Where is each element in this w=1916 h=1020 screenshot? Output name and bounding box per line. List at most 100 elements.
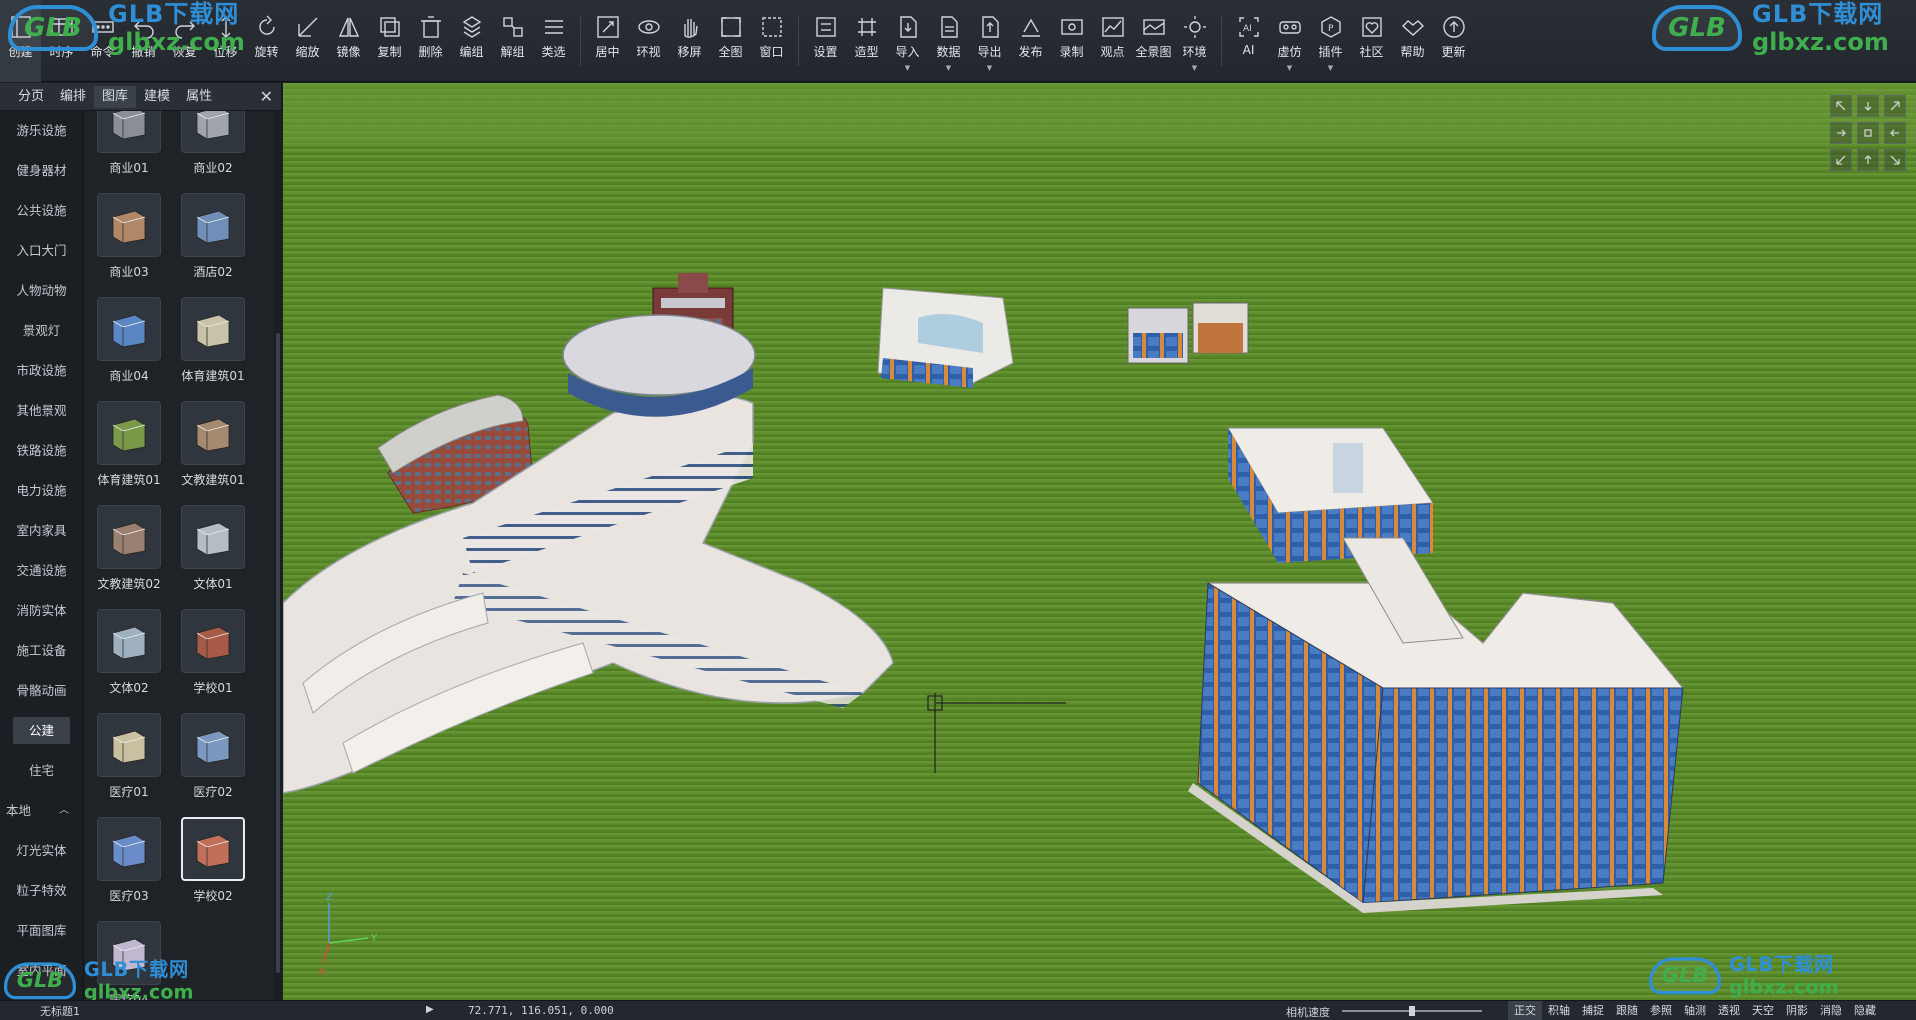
view-mode-toggle[interactable]: 透视: [1712, 1001, 1746, 1020]
select-type-button[interactable]: 类选: [533, 0, 574, 82]
view-top-left-button[interactable]: [1830, 95, 1852, 117]
building-cultural-white[interactable]: [877, 287, 1014, 388]
view-mode-toggle[interactable]: 轴测: [1678, 1001, 1712, 1020]
category-item[interactable]: 住宅: [0, 751, 83, 791]
community-button[interactable]: 社区: [1351, 0, 1392, 82]
data-button[interactable]: 数据 ▼: [928, 0, 969, 82]
3d-viewport[interactable]: Z Y X GLB GLB下载网 glbxz.com: [283, 83, 1916, 1000]
view-mode-toggle[interactable]: 跟随: [1610, 1001, 1644, 1020]
category-group-header[interactable]: 本地 ︿: [0, 791, 83, 831]
play-icon[interactable]: ▶: [426, 1004, 434, 1015]
model-thumbnail[interactable]: 医疗02: [173, 713, 253, 800]
category-item[interactable]: 健身器材: [0, 151, 83, 191]
pan-button[interactable]: 移屏: [669, 0, 710, 82]
model-thumbnail[interactable]: 文教建筑01: [173, 401, 253, 488]
category-item[interactable]: 游乐设施: [0, 111, 83, 151]
export-button[interactable]: 导出 ▼: [969, 0, 1010, 82]
new-button[interactable]: 创建: [0, 0, 41, 82]
command-button[interactable]: 命令: [82, 0, 123, 82]
view-mode-toggle[interactable]: 正交: [1508, 1001, 1542, 1020]
category-item[interactable]: 消防实体: [0, 591, 83, 631]
category-item[interactable]: 骨骼动画: [0, 671, 83, 711]
timeline-button[interactable]: 时序: [41, 0, 82, 82]
window-button[interactable]: 窗口: [751, 0, 792, 82]
model-thumbnail[interactable]: 体育建筑01: [89, 401, 169, 488]
view-mode-toggle[interactable]: 消隐: [1814, 1001, 1848, 1020]
view-right-button[interactable]: [1884, 122, 1906, 144]
record-button[interactable]: 录制: [1051, 0, 1092, 82]
ai-button[interactable]: AI AI: [1228, 0, 1269, 82]
modeling-button[interactable]: 造型: [846, 0, 887, 82]
category-item[interactable]: 公建: [0, 711, 83, 751]
view-mode-toggle[interactable]: 参照: [1644, 1001, 1678, 1020]
category-item[interactable]: 室内平面: [0, 951, 83, 991]
plugin-button[interactable]: P 插件 ▼: [1310, 0, 1351, 82]
view-top-button[interactable]: [1857, 95, 1879, 117]
category-item[interactable]: 平面图库: [0, 911, 83, 951]
fit-all-button[interactable]: 全图: [710, 0, 751, 82]
panel-tab-3[interactable]: 建模: [136, 86, 178, 108]
category-item[interactable]: 人物动物: [0, 271, 83, 311]
category-item[interactable]: 入口大门: [0, 231, 83, 271]
model-thumbnail[interactable]: 商业03: [89, 193, 169, 280]
category-item[interactable]: 粒子特效: [0, 871, 83, 911]
mirror-button[interactable]: 镜像: [328, 0, 369, 82]
help-button[interactable]: 帮助: [1392, 0, 1433, 82]
view-mode-toggle[interactable]: 积轴: [1542, 1001, 1576, 1020]
model-thumbnail[interactable]: 文教建筑02: [89, 505, 169, 592]
model-thumbnail[interactable]: 学校01: [173, 609, 253, 696]
close-panel-button[interactable]: ✕: [260, 87, 273, 106]
model-thumbnail[interactable]: 商业02: [173, 111, 253, 176]
move-button[interactable]: 位移: [205, 0, 246, 82]
view-mode-toggle[interactable]: 隐藏: [1848, 1001, 1882, 1020]
model-thumbnail[interactable]: 商业04: [89, 297, 169, 384]
view-top-right-button[interactable]: [1884, 95, 1906, 117]
model-thumbnail[interactable]: 医疗04: [89, 921, 169, 1000]
group-button[interactable]: 编组: [451, 0, 492, 82]
panel-tab-1[interactable]: 编排: [52, 86, 94, 108]
category-item[interactable]: 室内家具: [0, 511, 83, 551]
copy-button[interactable]: 复制: [369, 0, 410, 82]
model-thumbnail[interactable]: 学校02: [173, 817, 253, 904]
viewpoint-button[interactable]: 观点: [1092, 0, 1133, 82]
view-mode-toggle[interactable]: 阴影: [1780, 1001, 1814, 1020]
delete-button[interactable]: 删除: [410, 0, 451, 82]
undo-button[interactable]: 撤销: [123, 0, 164, 82]
camera-speed-knob[interactable]: [1409, 1006, 1415, 1016]
view-front-button[interactable]: [1857, 122, 1879, 144]
panel-tab-0[interactable]: 分页: [10, 86, 52, 108]
view-left-button[interactable]: [1830, 122, 1852, 144]
panel-tab-4[interactable]: 属性: [178, 86, 220, 108]
panel-tab-2[interactable]: 图库: [94, 85, 137, 108]
panorama-button[interactable]: 全景图: [1133, 0, 1174, 82]
center-button[interactable]: 居中: [587, 0, 628, 82]
category-item[interactable]: 电力设施: [0, 471, 83, 511]
view-bottom-left-button[interactable]: [1830, 149, 1852, 171]
update-button[interactable]: 更新: [1433, 0, 1474, 82]
category-item[interactable]: 市政设施: [0, 351, 83, 391]
view-mode-toggle[interactable]: 捕捉: [1576, 1001, 1610, 1020]
model-thumbnail[interactable]: 医疗01: [89, 713, 169, 800]
category-item[interactable]: 公共设施: [0, 191, 83, 231]
model-thumbnail[interactable]: 体育建筑01: [173, 297, 253, 384]
ungroup-button[interactable]: 解组: [492, 0, 533, 82]
redo-button[interactable]: 恢复: [164, 0, 205, 82]
view-bottom-right-button[interactable]: [1884, 149, 1906, 171]
model-thumbnail[interactable]: 医疗03: [89, 817, 169, 904]
scale-button[interactable]: 缩放: [287, 0, 328, 82]
model-thumbnail[interactable]: 文体02: [89, 609, 169, 696]
category-item[interactable]: 施工设备: [0, 631, 83, 671]
import-button[interactable]: 导入 ▼: [887, 0, 928, 82]
vr-button[interactable]: 虚仿 ▼: [1269, 0, 1310, 82]
environment-button[interactable]: 环境 ▼: [1174, 0, 1215, 82]
publish-button[interactable]: 发布: [1010, 0, 1051, 82]
model-thumbnail[interactable]: 商业01: [89, 111, 169, 176]
view-bottom-button[interactable]: [1857, 149, 1879, 171]
scrollbar-thumb[interactable]: [276, 333, 280, 973]
model-thumbnail[interactable]: 酒店02: [173, 193, 253, 280]
category-item[interactable]: 景观灯: [0, 311, 83, 351]
category-item[interactable]: 灯光实体: [0, 831, 83, 871]
category-item[interactable]: 交通设施: [0, 551, 83, 591]
camera-speed-slider[interactable]: [1342, 1006, 1482, 1016]
model-thumbnail[interactable]: 文体01: [173, 505, 253, 592]
